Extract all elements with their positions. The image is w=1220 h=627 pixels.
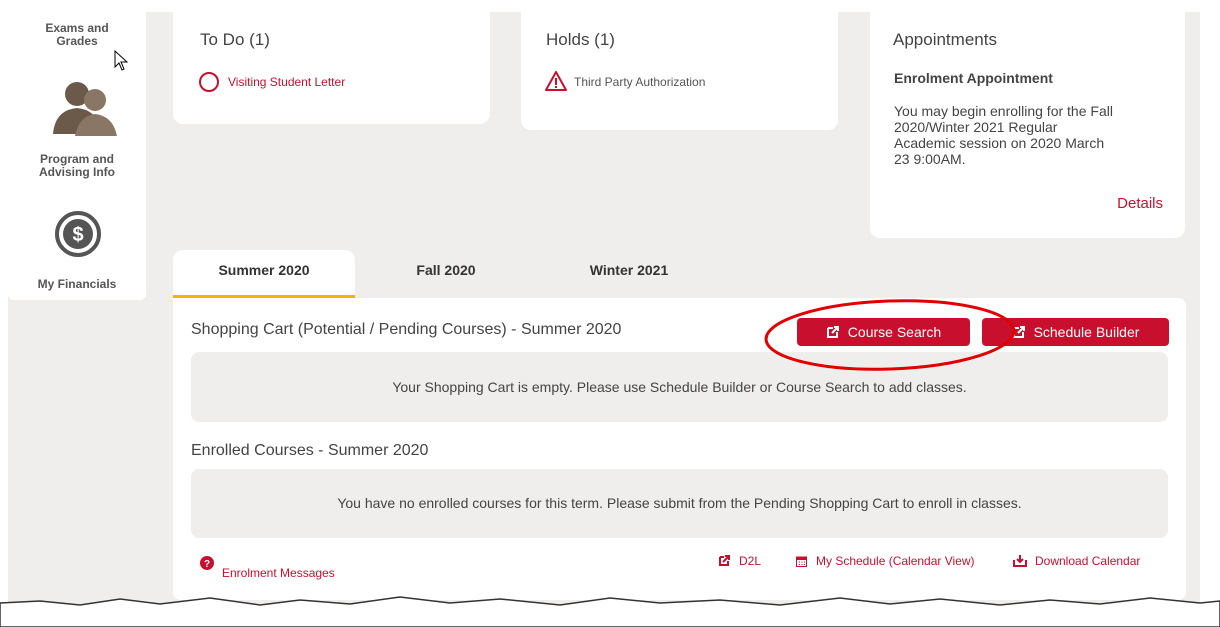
- schedule-builder-label: Schedule Builder: [1033, 324, 1140, 340]
- sidebar-item-program-advising[interactable]: Program and Advising Info: [8, 153, 146, 179]
- my-schedule-link[interactable]: My Schedule (Calendar View): [796, 554, 975, 568]
- external-link-icon: [718, 554, 731, 567]
- appointment-text-line: 2020/Winter 2021 Regular: [894, 119, 1058, 135]
- circle-todo-icon: [199, 72, 219, 92]
- appointments-title: Appointments: [893, 30, 997, 49]
- my-schedule-label: My Schedule (Calendar View): [816, 554, 975, 568]
- appointment-text: You may begin enrolling for the Fall 202…: [894, 103, 1113, 167]
- annotation-circle: [764, 299, 1016, 371]
- todo-item-link[interactable]: Visiting Student Letter: [228, 75, 345, 89]
- question-icon: ?: [200, 556, 214, 570]
- svg-text:?: ?: [204, 559, 210, 570]
- appointment-text-line: Academic session on 2020 March: [894, 135, 1105, 151]
- holds-card: Holds (1) Third Party Authorization: [521, 0, 838, 130]
- dollar-icon[interactable]: $: [54, 210, 102, 258]
- tab-fall-2020[interactable]: Fall 2020: [355, 250, 537, 298]
- enrolment-messages-link[interactable]: Enrolment Messages: [222, 566, 335, 580]
- d2l-link[interactable]: D2L: [718, 554, 761, 568]
- enrolled-empty-message: You have no enrolled courses for this te…: [191, 469, 1168, 538]
- download-calendar-link[interactable]: Download Calendar: [1013, 554, 1140, 568]
- holds-item-link[interactable]: Third Party Authorization: [574, 75, 705, 89]
- enrolled-courses-title: Enrolled Courses - Summer 2020: [191, 442, 429, 459]
- details-link[interactable]: Details: [1117, 195, 1163, 212]
- shopping-cart-title: Shopping Cart (Potential / Pending Cours…: [191, 321, 622, 338]
- cursor-arrow-icon: [114, 50, 129, 71]
- term-panel: Shopping Cart (Potential / Pending Cours…: [173, 298, 1186, 600]
- shopping-cart-empty-message: Your Shopping Cart is empty. Please use …: [191, 352, 1168, 422]
- warning-icon: [545, 71, 567, 91]
- appointments-card: Appointments Enrolment Appointment You m…: [870, 0, 1185, 238]
- tab-winter-2021[interactable]: Winter 2021: [537, 250, 721, 298]
- download-icon: [1013, 554, 1027, 567]
- todo-card: To Do (1) Visiting Student Letter: [173, 0, 490, 124]
- enrolment-appointment-heading: Enrolment Appointment: [894, 70, 1053, 86]
- sidebar-label-line: Advising Info: [39, 165, 115, 179]
- appointment-text-line: 23 9:00AM.: [894, 151, 966, 167]
- people-icon[interactable]: [51, 78, 121, 138]
- svg-text:$: $: [72, 224, 83, 246]
- appointment-text-line: You may begin enrolling for the Fall: [894, 103, 1113, 119]
- d2l-label: D2L: [739, 554, 762, 568]
- torn-edge-decoration: [0, 596, 1220, 627]
- sidebar: Exams and Grades Program and Advising In…: [8, 0, 146, 300]
- download-calendar-label: Download Calendar: [1035, 554, 1141, 568]
- sidebar-label-line: Grades: [56, 34, 98, 48]
- holds-title: Holds (1): [546, 30, 615, 49]
- tab-summer-2020[interactable]: Summer 2020: [173, 250, 355, 298]
- sidebar-item-my-financials[interactable]: My Financials: [8, 278, 146, 291]
- todo-title: To Do (1): [200, 30, 270, 49]
- sidebar-item-exams-grades[interactable]: Exams and Grades: [8, 22, 146, 48]
- calendar-icon: [796, 555, 807, 567]
